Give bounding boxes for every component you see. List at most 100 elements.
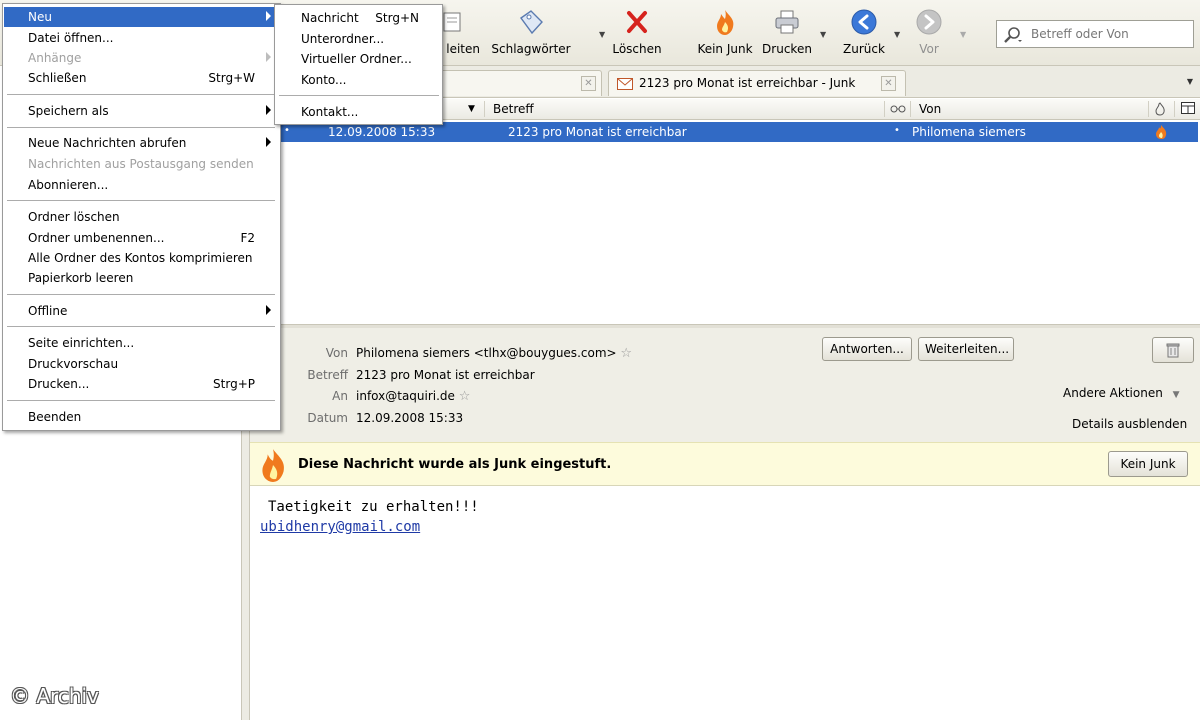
delete-button[interactable]: Löschen xyxy=(608,8,666,62)
envelope-icon xyxy=(617,78,633,90)
menu-item-print[interactable]: Drucken... Strg+P xyxy=(4,374,279,394)
submenu-item-label: Kontakt... xyxy=(301,105,359,119)
column-divider[interactable] xyxy=(1148,101,1149,117)
column-subject[interactable]: Betreff xyxy=(493,102,534,116)
back-button[interactable]: Zurück xyxy=(838,8,890,62)
junk-notification-bar: Diese Nachricht wurde als Junk eingestuf… xyxy=(250,442,1200,486)
menu-item-shortcut: Strg+P xyxy=(213,377,255,391)
other-actions-label: Andere Aktionen xyxy=(1063,386,1163,400)
forward-nav-label: Vor xyxy=(919,42,939,56)
unread-dot-icon[interactable]: • xyxy=(894,125,900,136)
submenu-item-label: Virtueller Ordner... xyxy=(301,52,412,66)
menu-item-offline[interactable]: Offline xyxy=(4,301,279,321)
not-junk-toolbar-label: Kein Junk xyxy=(697,42,753,56)
star-icon[interactable]: ☆ xyxy=(620,346,632,361)
read-status-dot-icon[interactable]: • xyxy=(284,125,290,136)
not-junk-button[interactable]: Kein Junk xyxy=(1108,451,1188,477)
search-input[interactable] xyxy=(1029,24,1189,44)
back-arrow-icon xyxy=(851,9,877,35)
menu-item-label: Alle Ordner des Kontos komprimieren xyxy=(28,251,253,265)
menu-item-open-file[interactable]: Datei öffnen... xyxy=(4,28,279,48)
message-header: Von Philomena siemers <tlhx@bouygues.com… xyxy=(250,328,1200,442)
submenu-item-contact[interactable]: Kontakt... xyxy=(276,102,441,122)
column-picker-icon[interactable] xyxy=(1181,102,1195,117)
submenu-arrow-icon xyxy=(266,52,271,62)
menu-separator xyxy=(7,200,275,201)
message-body[interactable]: Taetigkeit zu erhalten!!! ubidhenry@gmai… xyxy=(250,487,1200,720)
menu-item-save-as[interactable]: Speichern als xyxy=(4,101,279,121)
forward-dropdown-icon[interactable]: ▼ xyxy=(960,30,966,39)
search-icon[interactable] xyxy=(1003,26,1023,44)
menu-item-subscribe[interactable]: Abonnieren... xyxy=(4,175,279,195)
menu-item-rename-folder[interactable]: Ordner umbenennen... F2 xyxy=(4,228,279,248)
tab-close-icon[interactable]: ✕ xyxy=(581,76,596,91)
tab-list-dropdown-icon[interactable]: ▼ xyxy=(1180,70,1200,94)
menu-item-quit[interactable]: Beenden xyxy=(4,407,279,427)
menu-item-compact-folders[interactable]: Alle Ordner des Kontos komprimieren xyxy=(4,248,279,268)
other-actions-menu[interactable]: Andere Aktionen ▼ xyxy=(1063,386,1180,400)
from-value-text: Philomena siemers <tlhx@bouygues.com> xyxy=(356,346,617,360)
forward-nav-button[interactable]: Vor xyxy=(906,8,952,62)
menu-item-attachments[interactable]: Anhänge xyxy=(4,48,279,68)
menu-item-get-messages[interactable]: Neue Nachrichten abrufen xyxy=(4,133,279,153)
search-box[interactable] xyxy=(996,20,1194,48)
read-status-column-icon[interactable] xyxy=(890,102,906,117)
column-divider[interactable] xyxy=(884,101,885,117)
menu-item-label: Druckvorschau xyxy=(28,357,119,371)
menu-item-send-unsent[interactable]: Nachrichten aus Postausgang senden xyxy=(4,154,279,174)
menu-item-empty-trash[interactable]: Papierkorb leeren xyxy=(4,268,279,288)
menu-item-close[interactable]: Schließen Strg+W xyxy=(4,68,279,88)
menu-item-print-preview[interactable]: Druckvorschau xyxy=(4,354,279,374)
sort-indicator-icon[interactable]: ▼ xyxy=(468,104,475,114)
menu-separator xyxy=(7,400,275,401)
menu-item-label: Offline xyxy=(28,304,68,318)
column-divider[interactable] xyxy=(484,101,485,117)
column-divider[interactable] xyxy=(910,101,911,117)
junk-column-icon[interactable] xyxy=(1154,102,1166,119)
tab-close-icon[interactable]: ✕ xyxy=(881,76,896,91)
menu-item-label: Beenden xyxy=(28,410,82,424)
tags-dropdown-icon[interactable]: ▼ xyxy=(599,30,605,39)
from-value[interactable]: Philomena siemers <tlhx@bouygues.com> ☆ xyxy=(356,346,632,361)
menu-item-new[interactable]: Neu xyxy=(4,7,279,27)
submenu-item-message[interactable]: Nachricht Strg+N xyxy=(276,8,441,28)
menu-item-label: Papierkorb leeren xyxy=(28,271,134,285)
subject-value: 2123 pro Monat ist erreichbar xyxy=(356,368,535,382)
tab-message[interactable]: 2123 pro Monat ist erreichbar - Junk ✕ xyxy=(608,70,906,96)
menu-separator xyxy=(279,95,439,96)
menu-item-label: Schließen xyxy=(28,71,87,85)
to-value[interactable]: infox@taquiri.de ☆ xyxy=(356,389,470,404)
column-from[interactable]: Von xyxy=(919,102,941,116)
tag-icon xyxy=(520,10,543,35)
body-email-link[interactable]: ubidhenry@gmail.com xyxy=(260,519,420,535)
submenu-item-account[interactable]: Konto... xyxy=(276,70,441,90)
menu-separator xyxy=(7,326,275,327)
hide-details-link[interactable]: Details ausblenden xyxy=(1072,417,1187,431)
menu-item-label: Ordner umbenennen... xyxy=(28,231,165,245)
star-icon[interactable]: ☆ xyxy=(459,389,471,404)
print-dropdown-icon[interactable]: ▼ xyxy=(820,30,826,39)
tags-button[interactable]: Schlagwörter xyxy=(490,8,572,62)
menu-item-delete-folder[interactable]: Ordner löschen xyxy=(4,207,279,227)
table-row[interactable]: • 12.09.2008 15:33 2123 pro Monat ist er… xyxy=(250,122,1198,142)
menu-item-page-setup[interactable]: Seite einrichten... xyxy=(4,333,279,353)
forward-message-button[interactable]: Weiterleiten... xyxy=(918,337,1014,361)
submenu-arrow-icon xyxy=(266,105,271,115)
thread-list[interactable]: • 12.09.2008 15:33 2123 pro Monat ist er… xyxy=(250,120,1200,324)
print-button[interactable]: Drucken xyxy=(760,8,814,62)
column-divider[interactable] xyxy=(1174,101,1175,117)
menu-item-shortcut: F2 xyxy=(240,231,255,245)
print-label: Drucken xyxy=(762,42,812,56)
menu-item-shortcut: Strg+W xyxy=(208,71,255,85)
submenu-item-subfolder[interactable]: Unterordner... xyxy=(276,29,441,49)
reply-button[interactable]: Antworten... xyxy=(822,337,912,361)
junk-flame-icon xyxy=(717,10,734,35)
not-junk-toolbar-button[interactable]: Kein Junk xyxy=(694,8,756,62)
menu-item-label: Speichern als xyxy=(28,104,109,118)
new-submenu: Nachricht Strg+N Unterordner... Virtuell… xyxy=(274,4,443,125)
menu-separator xyxy=(7,94,275,95)
trash-button[interactable] xyxy=(1152,337,1194,363)
back-dropdown-icon[interactable]: ▼ xyxy=(894,30,900,39)
junk-flame-icon[interactable] xyxy=(1154,124,1168,140)
submenu-item-virtual-folder[interactable]: Virtueller Ordner... xyxy=(276,49,441,69)
